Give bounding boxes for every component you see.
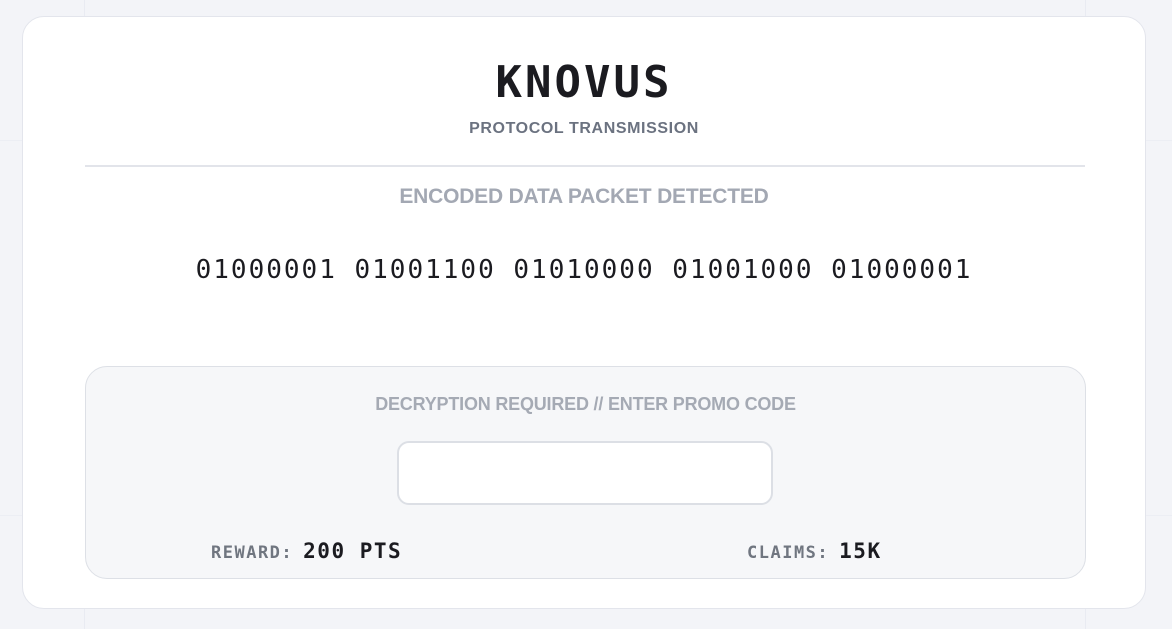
- promo-card: KNOVUS PROTOCOL TRANSMISSION ENCODED DAT…: [22, 16, 1146, 609]
- claims-value: 15K: [839, 539, 882, 563]
- packet-label: ENCODED DATA PACKET DETECTED: [399, 185, 769, 208]
- divider: [85, 165, 1085, 167]
- brand-subtitle: PROTOCOL TRANSMISSION: [469, 120, 699, 137]
- claims-stat: CLAIMS: 15K: [747, 539, 882, 563]
- decryption-panel: DECRYPTION REQUIRED // ENTER PROMO CODE …: [85, 366, 1086, 579]
- promo-code-input[interactable]: [397, 441, 773, 505]
- decryption-label: DECRYPTION REQUIRED // ENTER PROMO CODE: [375, 394, 796, 414]
- reward-label: REWARD:: [211, 543, 294, 563]
- claims-label: CLAIMS:: [747, 543, 830, 563]
- reward-stat: REWARD: 200 PTS: [211, 539, 402, 563]
- brand-logo: KNOVUS: [495, 57, 673, 108]
- binary-code: 01000001 01001100 01010000 01001000 0100…: [195, 255, 973, 285]
- reward-value: 200 PTS: [303, 539, 403, 563]
